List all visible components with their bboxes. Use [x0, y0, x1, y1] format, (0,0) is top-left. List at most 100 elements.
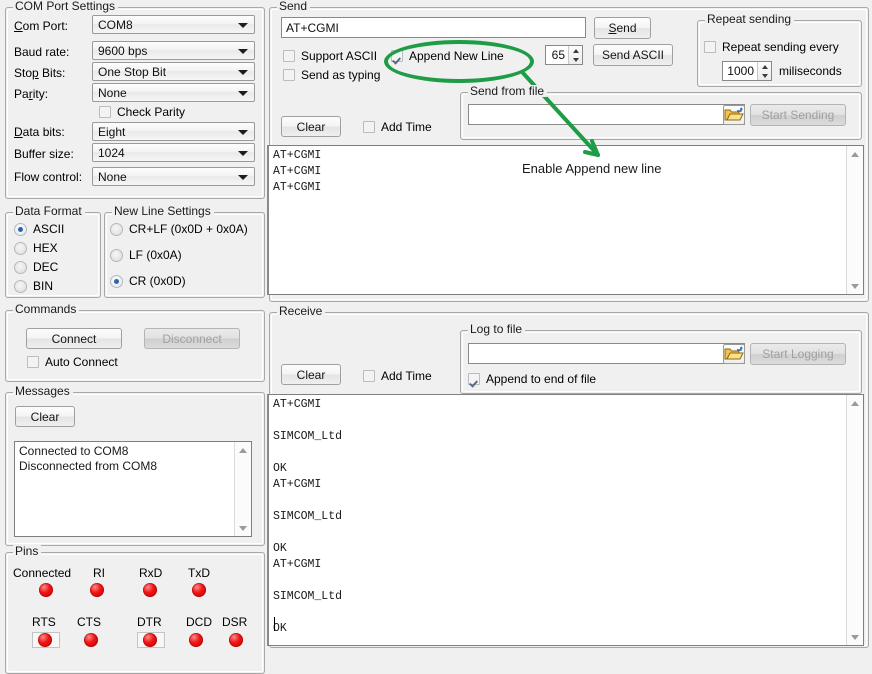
send-button[interactable]: Send [594, 17, 651, 39]
radio-label: ASCII [33, 222, 64, 236]
start-logging-button[interactable]: Start Logging [750, 343, 846, 365]
annotation-text: Enable Append new line [522, 161, 662, 176]
receive-add-time-box [363, 370, 375, 382]
baud-rate-combo[interactable]: 9600 bps [92, 41, 255, 60]
baud-rate-label: Baud rate: [14, 45, 69, 59]
send-log-scrollbar[interactable] [846, 146, 863, 294]
data-bits-combo[interactable]: Eight [92, 122, 255, 141]
stop-bits-combo[interactable]: One Stop Bit [92, 62, 255, 81]
spinner-down-icon[interactable] [758, 71, 771, 80]
scroll-up-icon[interactable] [847, 395, 863, 411]
pins-title: Pins [13, 545, 41, 557]
support-ascii-box [283, 50, 295, 62]
messages-clear-button[interactable]: Clear [15, 406, 75, 427]
send-add-time-label: Add Time [381, 120, 432, 134]
receive-log-scrollbar[interactable] [846, 395, 863, 645]
send-command-input[interactable]: AT+CGMI [281, 17, 586, 38]
pin-led-dsr [229, 633, 243, 647]
chevron-down-icon [238, 91, 248, 96]
buffer-size-combo[interactable]: 1024 [92, 143, 255, 162]
repeat-interval-spinner[interactable]: 1000 [722, 61, 772, 81]
pin-label-ri: RI [93, 566, 105, 580]
scroll-down-icon[interactable] [847, 629, 863, 645]
chevron-down-icon [238, 23, 248, 28]
pin-led-rts [38, 633, 52, 647]
start-sending-button[interactable]: Start Sending [750, 104, 846, 126]
radio-newline-cr[interactable]: CR (0x0D) [110, 274, 186, 288]
pin-led-dcd [189, 633, 203, 647]
send-file-path-input[interactable] [468, 104, 745, 125]
send-add-time-box [363, 121, 375, 133]
radio-data-format-bin[interactable]: BIN [14, 279, 53, 293]
connect-button[interactable]: Connect [26, 328, 122, 349]
flow-control-value: None [98, 170, 127, 184]
append-to-end-checkbox[interactable]: Append to end of file [468, 372, 596, 386]
radio-newline-crlf[interactable]: CR+LF (0x0D + 0x0A) [110, 222, 248, 236]
spinner-up-icon[interactable] [758, 62, 771, 71]
repeat-sending-checkbox[interactable]: Repeat sending every [704, 40, 839, 54]
scroll-up-icon[interactable] [847, 146, 863, 162]
send-as-typing-checkbox[interactable]: Send as typing [283, 68, 380, 82]
stop-bits-label: Stop Bits: [14, 66, 65, 80]
append-to-end-label: Append to end of file [486, 372, 596, 386]
messages-pane[interactable]: Connected to COM8 Disconnected from COM8 [14, 441, 252, 537]
radio-newline-lf[interactable]: LF (0x0A) [110, 248, 182, 262]
disconnect-button[interactable]: Disconnect [144, 328, 240, 349]
auto-connect-checkbox[interactable]: Auto Connect [27, 355, 118, 369]
radio-data-format-dec[interactable]: DEC [14, 260, 58, 274]
flow-control-label: Flow control: [14, 170, 82, 184]
stop-bits-value: One Stop Bit [98, 65, 166, 79]
folder-open-icon[interactable] [723, 105, 745, 125]
radio-indicator [14, 280, 27, 293]
repeat-sending-box [704, 41, 716, 53]
flow-control-combo[interactable]: None [92, 167, 255, 186]
send-title: Send [277, 0, 310, 12]
parity-combo[interactable]: None [92, 83, 255, 102]
radio-indicator [14, 223, 27, 236]
com-port-value: COM8 [98, 18, 133, 32]
chevron-down-icon [238, 175, 248, 180]
radio-indicator [110, 275, 123, 288]
com-port-combo[interactable]: COM8 [92, 15, 255, 34]
pin-label-dcd: DCD [186, 615, 212, 629]
ascii-code-value: 65 [546, 48, 568, 62]
support-ascii-label: Support ASCII [301, 49, 377, 63]
chevron-down-icon [238, 130, 248, 135]
receive-add-time-label: Add Time [381, 369, 432, 383]
repeat-sending-label: Repeat sending every [722, 40, 839, 54]
radio-label: LF (0x0A) [129, 248, 182, 262]
commands-title: Commands [13, 303, 79, 315]
support-ascii-checkbox[interactable]: Support ASCII [283, 49, 377, 63]
buffer-size-label: Buffer size: [14, 147, 74, 161]
com-port-label: Com Port: [14, 19, 68, 33]
check-parity-checkbox[interactable]: Check Parity [99, 105, 185, 119]
spinner-buttons[interactable] [757, 62, 771, 80]
spinner-buttons[interactable] [568, 46, 582, 64]
chevron-down-icon [238, 70, 248, 75]
spinner-up-icon[interactable] [569, 46, 582, 55]
receive-clear-button[interactable]: Clear [281, 364, 341, 385]
spinner-down-icon[interactable] [569, 55, 582, 64]
folder-open-icon[interactable] [723, 344, 745, 364]
receive-log-pane[interactable]: AT+CGMI SIMCOM_Ltd OK AT+CGMI SIMCOM_Ltd… [267, 394, 864, 646]
com-port-settings-title: COM Port Settings [13, 0, 118, 12]
scroll-down-icon[interactable] [847, 278, 863, 294]
receive-add-time-checkbox[interactable]: Add Time [363, 369, 432, 383]
auto-connect-box [27, 356, 39, 368]
baud-rate-value: 9600 bps [98, 44, 147, 58]
send-ascii-button[interactable]: Send ASCII [593, 44, 673, 66]
annotation-ellipse-append-new-line [384, 40, 534, 83]
scroll-up-icon[interactable] [235, 442, 251, 458]
send-add-time-checkbox[interactable]: Add Time [363, 120, 432, 134]
messages-text: Connected to COM8 Disconnected from COM8 [19, 444, 231, 474]
log-file-path-input[interactable] [468, 343, 745, 364]
send-clear-button[interactable]: Clear [281, 116, 341, 137]
radio-data-format-hex[interactable]: HEX [14, 241, 58, 255]
scroll-down-icon[interactable] [235, 520, 251, 536]
ascii-code-spinner[interactable]: 65 [545, 45, 583, 65]
messages-scrollbar[interactable] [234, 442, 251, 536]
repeat-interval-value: 1000 [723, 64, 757, 78]
parity-label: Parity: [14, 87, 48, 101]
radio-data-format-ascii[interactable]: ASCII [14, 222, 64, 236]
radio-label: HEX [33, 241, 58, 255]
